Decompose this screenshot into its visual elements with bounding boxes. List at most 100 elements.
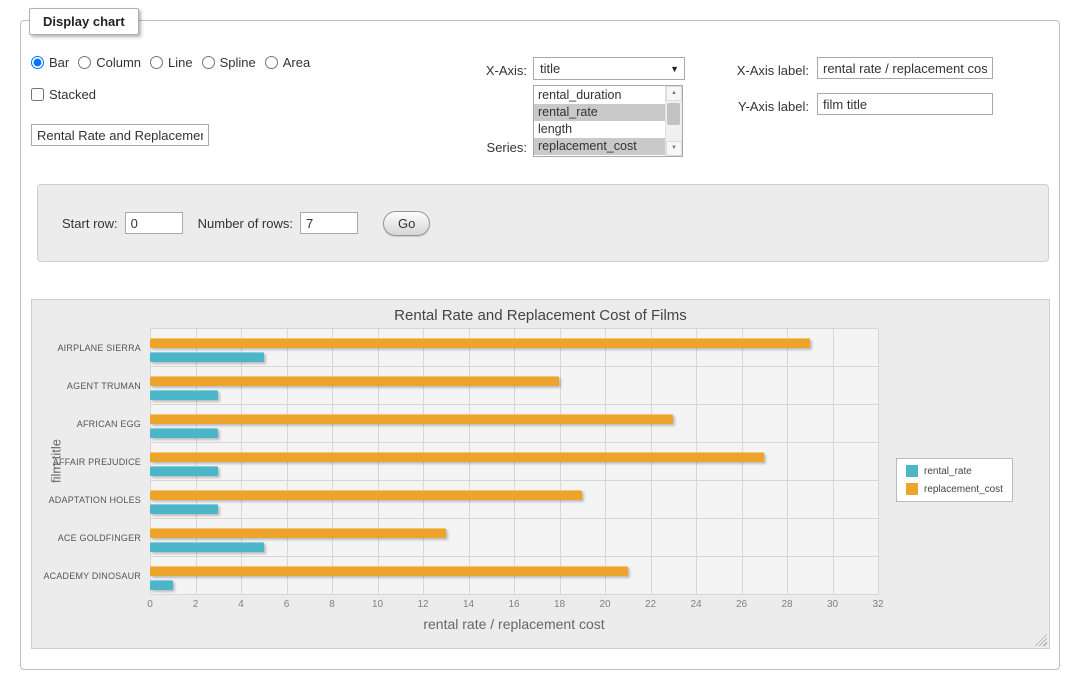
legend-label: replacement_cost — [924, 484, 1003, 495]
category-label: ACE GOLDFINGER — [58, 533, 150, 543]
y-axis-label-field-label: Y-Axis label: — [697, 99, 809, 114]
number-of-rows-input[interactable] — [300, 212, 358, 234]
scroll-down-icon[interactable]: ▼ — [666, 141, 682, 156]
x-tick-label: 6 — [284, 599, 290, 610]
bar-rental_rate — [150, 428, 218, 438]
bar-rental_rate — [150, 390, 218, 400]
category-label: AIRPLANE SIERRA — [57, 343, 150, 353]
series-option-rental_rate[interactable]: rental_rate — [534, 104, 665, 121]
chart-type-option-line[interactable]: Line — [150, 55, 193, 70]
x-tick-label: 26 — [736, 599, 747, 610]
chart-title-input[interactable] — [31, 124, 209, 146]
category-band: AFRICAN EGG — [150, 405, 878, 443]
bar-replacement_cost — [150, 376, 559, 386]
x-tick-label: 30 — [827, 599, 838, 610]
bar-replacement_cost — [150, 414, 673, 424]
chart-type-radio-column[interactable] — [78, 56, 91, 69]
series-option-rental_duration[interactable]: rental_duration — [534, 87, 665, 104]
x-tick-label: 22 — [645, 599, 656, 610]
legend-entry-rental_rate: rental_rate — [906, 465, 1003, 477]
chart-type-radio-line[interactable] — [150, 56, 163, 69]
chart-legend: rental_rate replacement_cost — [896, 458, 1013, 502]
chart-title: Rental Rate and Replacement Cost of Film… — [32, 307, 1049, 324]
number-of-rows-label: Number of rows: — [198, 216, 293, 231]
x-tick-label: 4 — [238, 599, 244, 610]
series-option-length[interactable]: length — [534, 121, 665, 138]
scroll-up-icon[interactable]: ▲ — [666, 86, 682, 101]
chart-type-option-label: Column — [96, 55, 141, 70]
chart-type-option-spline[interactable]: Spline — [202, 55, 256, 70]
bar-replacement_cost — [150, 452, 764, 462]
y-axis-label-input[interactable] — [817, 93, 993, 115]
x-tick-label: 2 — [193, 599, 199, 610]
series-scrollbar[interactable]: ▲ ▼ — [665, 86, 682, 156]
chart-type-option-column[interactable]: Column — [78, 55, 141, 70]
chart-x-axis-title: rental rate / replacement cost — [150, 616, 878, 632]
category-band: ADAPTATION HOLES — [150, 481, 878, 519]
rows-controls-panel: Start row: Number of rows: Go — [37, 184, 1049, 262]
scrollbar-thumb[interactable] — [667, 103, 680, 125]
chart-type-option-bar[interactable]: Bar — [31, 55, 69, 70]
x-tick-label: 8 — [329, 599, 335, 610]
resize-handle-icon[interactable] — [1035, 634, 1047, 646]
x-tick-label: 0 — [147, 599, 153, 610]
plot-area: AIRPLANE SIERRAAGENT TRUMANAFRICAN EGGAF… — [150, 328, 878, 594]
bar-rental_rate — [150, 352, 264, 362]
go-button[interactable]: Go — [383, 211, 430, 236]
legend-swatch-icon — [906, 465, 918, 477]
series-listbox[interactable]: rental_durationrental_ratelengthreplacem… — [533, 85, 683, 157]
series-option-replacement_cost[interactable]: replacement_cost — [534, 138, 665, 155]
x-tick-label: 28 — [781, 599, 792, 610]
chart: Rental Rate and Replacement Cost of Film… — [31, 299, 1050, 649]
x-tick-label: 14 — [463, 599, 474, 610]
category-band: AFFAIR PREJUDICE — [150, 443, 878, 481]
chart-type-radio-bar[interactable] — [31, 56, 44, 69]
legend-swatch-icon — [906, 483, 918, 495]
series-options: rental_durationrental_ratelengthreplacem… — [534, 86, 665, 156]
chart-type-option-label: Bar — [49, 55, 69, 70]
stacked-option[interactable]: Stacked — [31, 87, 96, 102]
category-label: ADAPTATION HOLES — [49, 495, 150, 505]
x-axis-select[interactable]: title ▼ — [533, 57, 685, 80]
x-tick-label: 32 — [872, 599, 883, 610]
category-band: AGENT TRUMAN — [150, 367, 878, 405]
bar-replacement_cost — [150, 490, 582, 500]
x-tick-label: 18 — [554, 599, 565, 610]
start-row-input[interactable] — [125, 212, 183, 234]
legend-label: rental_rate — [924, 466, 972, 477]
x-tick-label: 24 — [690, 599, 701, 610]
category-band: ACE GOLDFINGER — [150, 519, 878, 557]
chart-type-option-label: Spline — [220, 55, 256, 70]
stacked-checkbox[interactable] — [31, 88, 44, 101]
x-tick-label: 16 — [508, 599, 519, 610]
category-band: AIRPLANE SIERRA — [150, 329, 878, 367]
start-row-label: Start row: — [62, 216, 118, 231]
chart-type-option-label: Line — [168, 55, 193, 70]
category-label: AFRICAN EGG — [77, 419, 150, 429]
category-label: ACADEMY DINOSAUR — [43, 571, 150, 581]
chart-type-option-area[interactable]: Area — [265, 55, 310, 70]
x-tick-label: 10 — [372, 599, 383, 610]
x-axis-label-field-label: X-Axis label: — [697, 63, 809, 78]
bar-replacement_cost — [150, 528, 446, 538]
category-label: AGENT TRUMAN — [67, 381, 150, 391]
chart-type-radio-spline[interactable] — [202, 56, 215, 69]
x-tick-label: 12 — [417, 599, 428, 610]
bar-replacement_cost — [150, 566, 628, 576]
chart-type-option-label: Area — [283, 55, 310, 70]
x-axis-selected-value: title — [540, 61, 560, 76]
x-tick-label: 20 — [599, 599, 610, 610]
bar-rental_rate — [150, 466, 218, 476]
display-chart-panel: Display chart BarColumnLineSplineArea St… — [20, 20, 1060, 670]
chart-type-radios: Bar Column Line Spline Area — [31, 55, 319, 70]
bar-rental_rate — [150, 580, 173, 590]
stacked-label: Stacked — [49, 87, 96, 102]
panel-legend: Display chart — [29, 8, 139, 35]
scrollbar-track[interactable] — [666, 101, 682, 141]
x-ticks: 02468101214161820222426283032 — [150, 599, 878, 612]
series-select-label: Series: — [449, 140, 527, 155]
legend-entry-replacement_cost: replacement_cost — [906, 483, 1003, 495]
gridline — [878, 329, 879, 595]
chart-type-radio-area[interactable] — [265, 56, 278, 69]
x-axis-label-input[interactable] — [817, 57, 993, 79]
